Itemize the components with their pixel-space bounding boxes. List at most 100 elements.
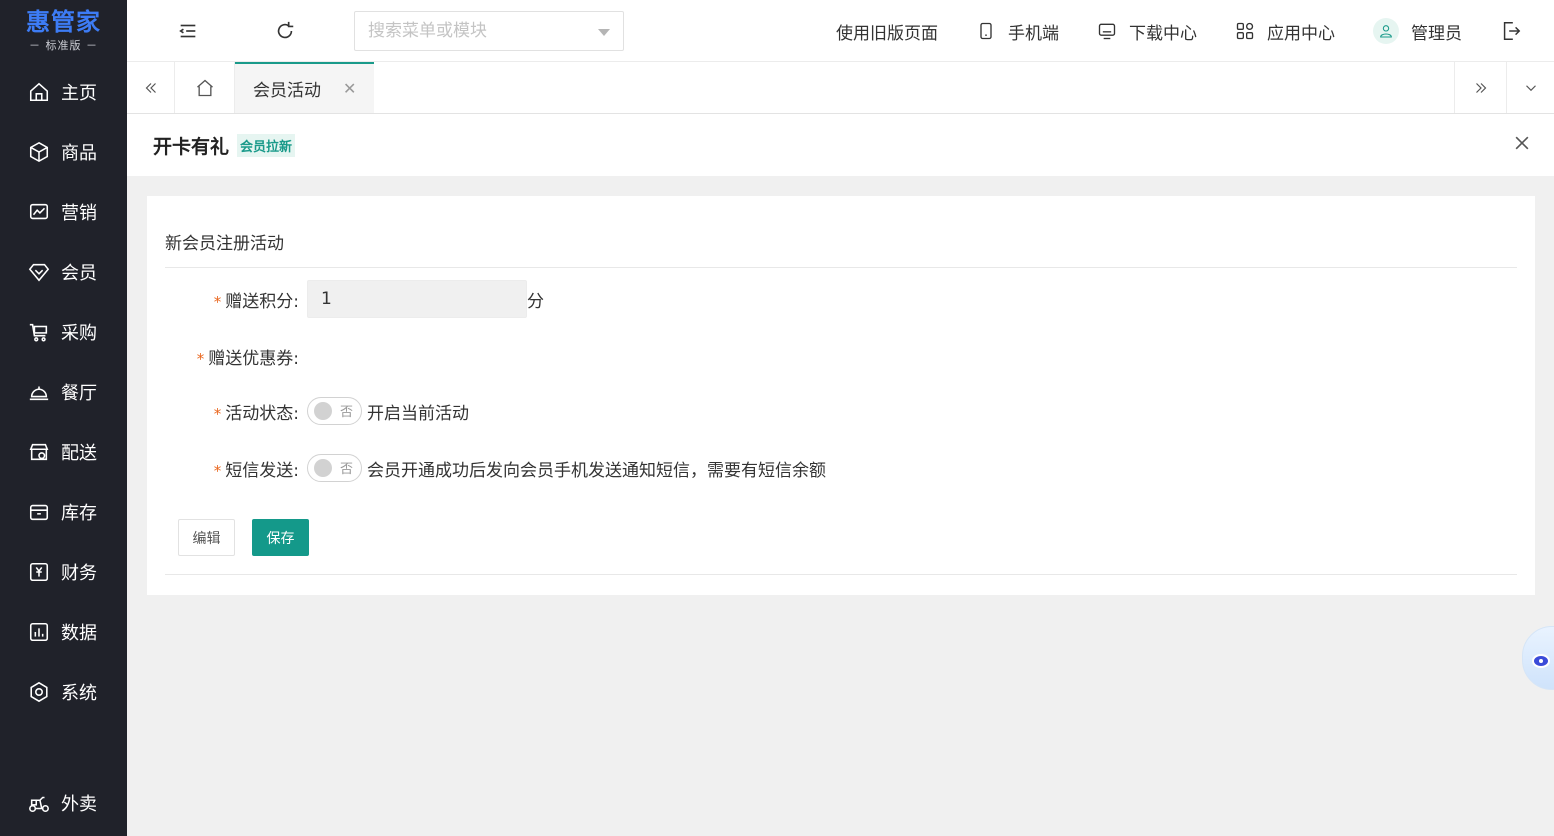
sidebar-item-marketing[interactable]: 营销 [0, 182, 127, 242]
sms-row: * 短信发送: 否 会员开通成功后发向会员手机发送通知短信，需要有短信余额 [147, 454, 826, 482]
required-mark: * [213, 292, 222, 311]
diamond-icon [28, 263, 50, 282]
brand-title: 惠管家 [26, 8, 101, 36]
sidebar-item-label: 会员 [61, 263, 97, 284]
sidebar-item-label: 外卖 [61, 794, 97, 815]
status-label: * 活动状态: [147, 399, 307, 424]
yen-icon [29, 562, 49, 582]
old-version-label: 使用旧版页面 [836, 23, 938, 44]
bell-icon [29, 386, 49, 401]
sidebar: 惠管家 － 标准版 － 主页 商品 营销 会员 采购 餐厅 配送 库存 财务 数… [0, 0, 127, 836]
toggle-knob [314, 402, 332, 420]
sidebar-item-data[interactable]: 数据 [0, 602, 127, 662]
sidebar-item-finance[interactable]: 财务 [0, 542, 127, 602]
home-icon [29, 82, 49, 102]
monitor-icon [1098, 23, 1116, 40]
sms-label-text: 短信发送: [225, 460, 299, 481]
sms-toggle[interactable]: 否 [307, 454, 362, 482]
double-chevron-right-icon [1475, 82, 1486, 93]
sidebar-item-label: 主页 [61, 83, 97, 104]
search-input[interactable] [368, 21, 588, 41]
sidebar-item-label: 数据 [61, 623, 97, 644]
edit-button[interactable]: 编辑 [178, 519, 235, 556]
box-icon [29, 504, 49, 521]
scooter-icon [29, 796, 49, 813]
menu-collapse-icon[interactable] [177, 20, 199, 42]
chevron-down-icon[interactable] [598, 29, 610, 36]
tab-label: 会员活动 [253, 81, 321, 101]
points-label: * 赠送积分: [147, 287, 307, 312]
app-center-label: 应用中心 [1267, 23, 1335, 44]
home-icon [196, 79, 213, 96]
tab-member-activity[interactable]: 会员活动 ✕ [235, 62, 374, 113]
divider [165, 574, 1517, 575]
tabs-scroll-left-button[interactable] [127, 62, 175, 113]
tabs-scroll-right-button[interactable] [1454, 62, 1506, 113]
tab-bar: 会员活动 ✕ [127, 62, 1554, 114]
required-mark: * [196, 350, 205, 368]
sidebar-item-label: 财务 [61, 563, 97, 584]
sidebar-item-inventory[interactable]: 库存 [0, 482, 127, 542]
save-button[interactable]: 保存 [252, 519, 309, 556]
store-icon [29, 443, 49, 461]
status-toggle[interactable]: 否 [307, 397, 362, 425]
sms-label: * 短信发送: [147, 456, 307, 481]
close-icon[interactable]: ✕ [343, 79, 356, 98]
search-select[interactable] [354, 11, 624, 51]
download-center-link[interactable]: 下载中心 [1097, 19, 1197, 44]
activity-form-card: 新会员注册活动 *赠送积分: 分 *赠送优惠券: *活动状态: 否 开启当前活动… [147, 196, 1535, 595]
toggle-knob [314, 459, 332, 477]
assistant-float-button[interactable] [1522, 626, 1554, 690]
page-close-button[interactable] [1512, 133, 1532, 153]
phone-icon [980, 22, 992, 40]
divider [165, 267, 1517, 268]
coupon-row: * 赠送优惠券: [147, 344, 307, 369]
toggle-text: 否 [339, 462, 353, 477]
cart-icon [29, 323, 48, 342]
logout-icon [1503, 22, 1521, 40]
required-mark: * [213, 404, 222, 423]
sidebar-item-system[interactable]: 系统 [0, 662, 127, 722]
avatar [1373, 18, 1399, 44]
sidebar-item-home[interactable]: 主页 [0, 62, 127, 122]
coupon-label: * 赠送优惠券: [147, 344, 307, 369]
required-mark: * [213, 461, 222, 480]
brand-logo[interactable]: 惠管家 － 标准版 － [0, 0, 127, 62]
sidebar-item-member[interactable]: 会员 [0, 242, 127, 302]
brand-subtitle: － 标准版 － [29, 39, 98, 52]
mobile-link[interactable]: 手机端 [976, 19, 1059, 44]
card-title: 新会员注册活动 [165, 234, 284, 254]
coupon-label-text: 赠送优惠券: [208, 349, 299, 369]
page-title: 开卡有礼 [153, 135, 230, 158]
user-menu[interactable]: 管理员 [1373, 18, 1462, 44]
gear-icon [30, 681, 48, 703]
refresh-icon[interactable] [274, 20, 296, 42]
close-icon [1515, 136, 1529, 150]
chevron-down-icon [1525, 84, 1536, 91]
double-chevron-left-icon [145, 82, 156, 93]
user-name: 管理员 [1411, 23, 1462, 44]
app-center-link[interactable]: 应用中心 [1235, 19, 1335, 44]
sidebar-item-restaurant[interactable]: 餐厅 [0, 362, 127, 422]
tab-home[interactable] [175, 62, 235, 113]
page-header: 开卡有礼 会员拉新 [127, 114, 1554, 176]
points-input[interactable] [307, 280, 527, 318]
sidebar-item-takeout[interactable]: 外卖 [0, 773, 127, 833]
status-label-text: 活动状态: [225, 403, 299, 424]
tabs-dropdown-button[interactable] [1506, 62, 1554, 113]
sidebar-item-label: 系统 [61, 683, 97, 704]
page-tag: 会员拉新 [237, 133, 296, 157]
points-unit: 分 [527, 291, 544, 312]
mobile-label: 手机端 [1008, 23, 1059, 44]
sidebar-item-delivery[interactable]: 配送 [0, 422, 127, 482]
sidebar-item-label: 配送 [61, 443, 97, 464]
status-description: 开启当前活动 [367, 403, 469, 424]
logout-button[interactable] [1500, 20, 1534, 42]
sidebar-item-label: 餐厅 [61, 383, 97, 404]
old-version-link[interactable]: 使用旧版页面 [836, 19, 938, 44]
points-row: *赠送积分: 分 [147, 280, 544, 318]
sidebar-item-label: 库存 [61, 503, 97, 524]
sms-description: 会员开通成功后发向会员手机发送通知短信，需要有短信余额 [367, 460, 826, 481]
sidebar-item-purchase[interactable]: 采购 [0, 302, 127, 362]
sidebar-item-goods[interactable]: 商品 [0, 122, 127, 182]
